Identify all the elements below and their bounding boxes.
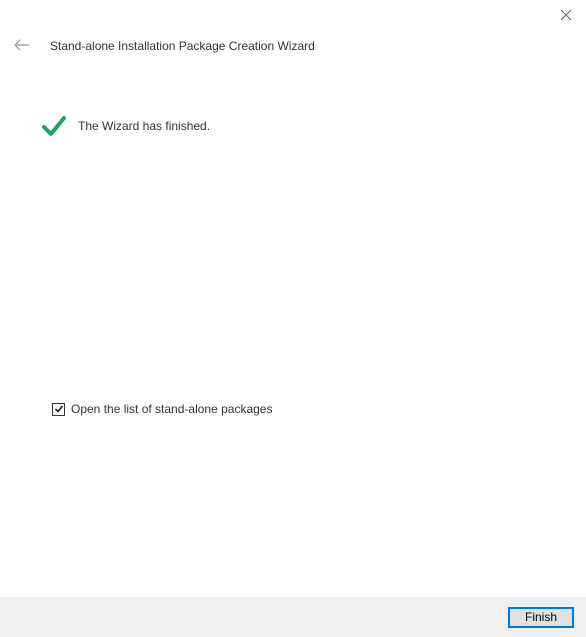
- success-checkmark-icon: [40, 112, 68, 140]
- open-list-checkbox[interactable]: [52, 403, 65, 416]
- back-arrow-icon: [14, 39, 30, 54]
- open-list-label: Open the list of stand-alone packages: [71, 402, 272, 416]
- open-list-option[interactable]: Open the list of stand-alone packages: [52, 402, 272, 416]
- finish-button[interactable]: Finish: [508, 607, 574, 628]
- status-row: The Wizard has finished.: [40, 112, 210, 140]
- wizard-header: Stand-alone Installation Package Creatio…: [14, 38, 315, 54]
- close-button[interactable]: [558, 8, 574, 24]
- close-icon: [561, 9, 571, 23]
- wizard-footer: Finish: [0, 597, 586, 637]
- status-message: The Wizard has finished.: [78, 119, 210, 133]
- wizard-title: Stand-alone Installation Package Creatio…: [50, 39, 315, 53]
- checkmark-icon: [54, 404, 64, 414]
- back-button[interactable]: [14, 38, 30, 54]
